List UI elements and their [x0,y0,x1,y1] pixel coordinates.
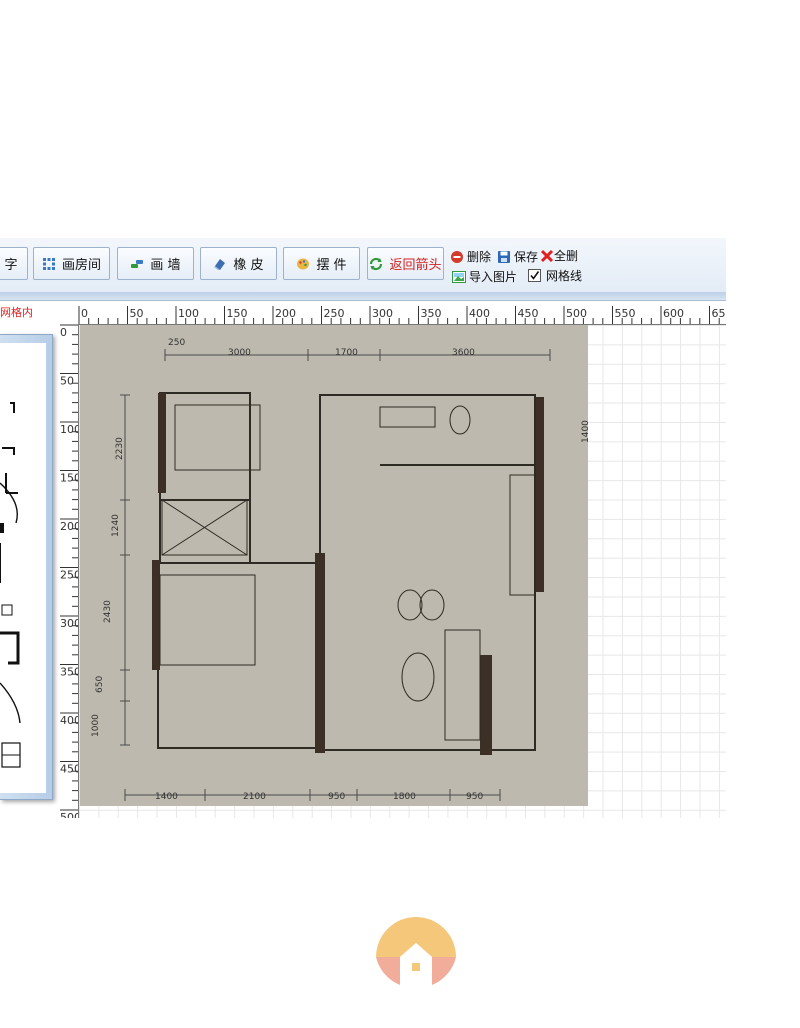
grid-inside-label: 网格内 [0,306,33,319]
dim-top-3: 3600 [452,348,475,358]
ruler-h-label: 0 [81,307,88,320]
ruler-h-label: 450 [518,307,539,320]
draw-wall-label: 画 墙 [150,258,181,273]
ruler-h-label: 400 [469,307,490,320]
dim-bottom-0: 1400 [155,792,178,802]
dim-top-0: 250 [168,338,185,348]
delete-button[interactable]: 删除 [450,248,491,265]
grid-lines-label: 网格线 [546,269,583,283]
return-arrow-button[interactable]: 返回箭头 [367,247,444,280]
ruler-v-label: 150 [60,472,79,485]
dim-bottom-3: 1800 [393,792,416,802]
save-button[interactable]: 保存 [497,248,538,265]
ruler-v-label: 400 [60,714,79,727]
dim-top-2: 1700 [335,348,358,358]
ruler-h-label: 150 [227,307,248,320]
ruler-v-label: 50 [60,375,74,388]
save-label: 保存 [514,250,539,264]
draw-room-label: 画房间 [61,258,101,273]
grid-lines-toggle[interactable]: 网格线 [528,267,582,284]
ruler-h-label: 250 [324,307,345,320]
dim-left-4: 1000 [91,714,101,737]
ruler-v-label: 350 [60,666,79,679]
ruler-v-label: 250 [60,569,79,582]
imported-floorplan-image: 250 3000 1700 3600 1400 2100 950 1800 95… [80,325,588,806]
floppy-icon [498,250,510,263]
checkmark-icon [530,271,540,280]
ruler-h-label: 500 [566,307,587,320]
ruler-v-label: 300 [60,617,79,630]
dim-left-0: 2230 [115,437,125,460]
side-panel-preview [0,343,46,793]
text-button-label: 字 [4,258,18,273]
ruler-h-label: 600 [663,307,684,320]
dim-right-0: 1400 [581,420,588,443]
red-x-icon [540,249,554,262]
eraser-button[interactable]: 橡 皮 [200,247,277,280]
ruler-h-label: 300 [372,307,393,320]
ruler-h-label: 200 [275,307,296,320]
dim-bottom-1: 2100 [243,792,266,802]
dim-left-1: 1240 [111,514,121,537]
palette-icon [297,258,310,269]
ruler-v-label: 500 [60,811,79,818]
ruler-h-label: 650 [712,307,727,320]
ruler-v-label: 450 [60,763,79,776]
grid-lines-checkbox[interactable] [528,269,541,282]
eraser-label: 橡 皮 [233,258,264,273]
import-image-label: 导入图片 [469,270,518,284]
side-panel[interactable] [0,334,53,800]
room-grid-icon [42,257,55,270]
dim-bottom-2: 950 [328,792,345,802]
house-logo-icon [376,917,456,985]
eraser-icon [214,258,226,270]
refresh-icon [370,257,383,270]
dim-bottom-4: 950 [466,792,483,802]
ruler-h-label: 100 [178,307,199,320]
delete-label: 删除 [467,250,492,264]
dim-top-1: 3000 [228,348,251,358]
place-item-button[interactable]: 摆 件 [283,247,360,280]
ruler-h-label: 550 [615,307,636,320]
minus-circle-icon [451,250,463,263]
ruler-v-label: 200 [60,520,79,533]
dim-left-3: 650 [95,676,105,693]
draw-room-button[interactable]: 画房间 [33,247,110,280]
place-item-label: 摆 件 [316,258,347,273]
ruler-v-label: 100 [60,423,79,436]
text-button[interactable]: 字 [0,247,28,280]
wall-link-icon [131,259,144,268]
vertical-ruler: 0 50 100 150 200 250 300 350 400 450 500 [60,324,79,818]
wall-preview-drawing [0,402,21,768]
return-arrow-label: 返回箭头 [389,258,442,273]
import-image-button[interactable]: 导入图片 [452,268,517,285]
delete-all-label: 全删 [554,249,579,263]
toolbar-divider [0,292,726,301]
delete-all-button[interactable]: 全删 [540,247,578,264]
toolbar: 字 画房间 画 墙 橡 皮 摆 件 返回箭头 删除 保存 全删 导入图片 网格线 [0,238,726,293]
horizontal-ruler: 0 50 100 150 200 250 300 350 400 450 500 550 600 650 [78,306,726,325]
ruler-h-label: 350 [421,307,442,320]
ruler-h-label: 50 [130,307,144,320]
ruler-v-label: 0 [60,326,67,339]
dim-left-2: 2430 [103,600,113,623]
draw-wall-button[interactable]: 画 墙 [117,247,194,280]
image-icon [452,270,466,283]
